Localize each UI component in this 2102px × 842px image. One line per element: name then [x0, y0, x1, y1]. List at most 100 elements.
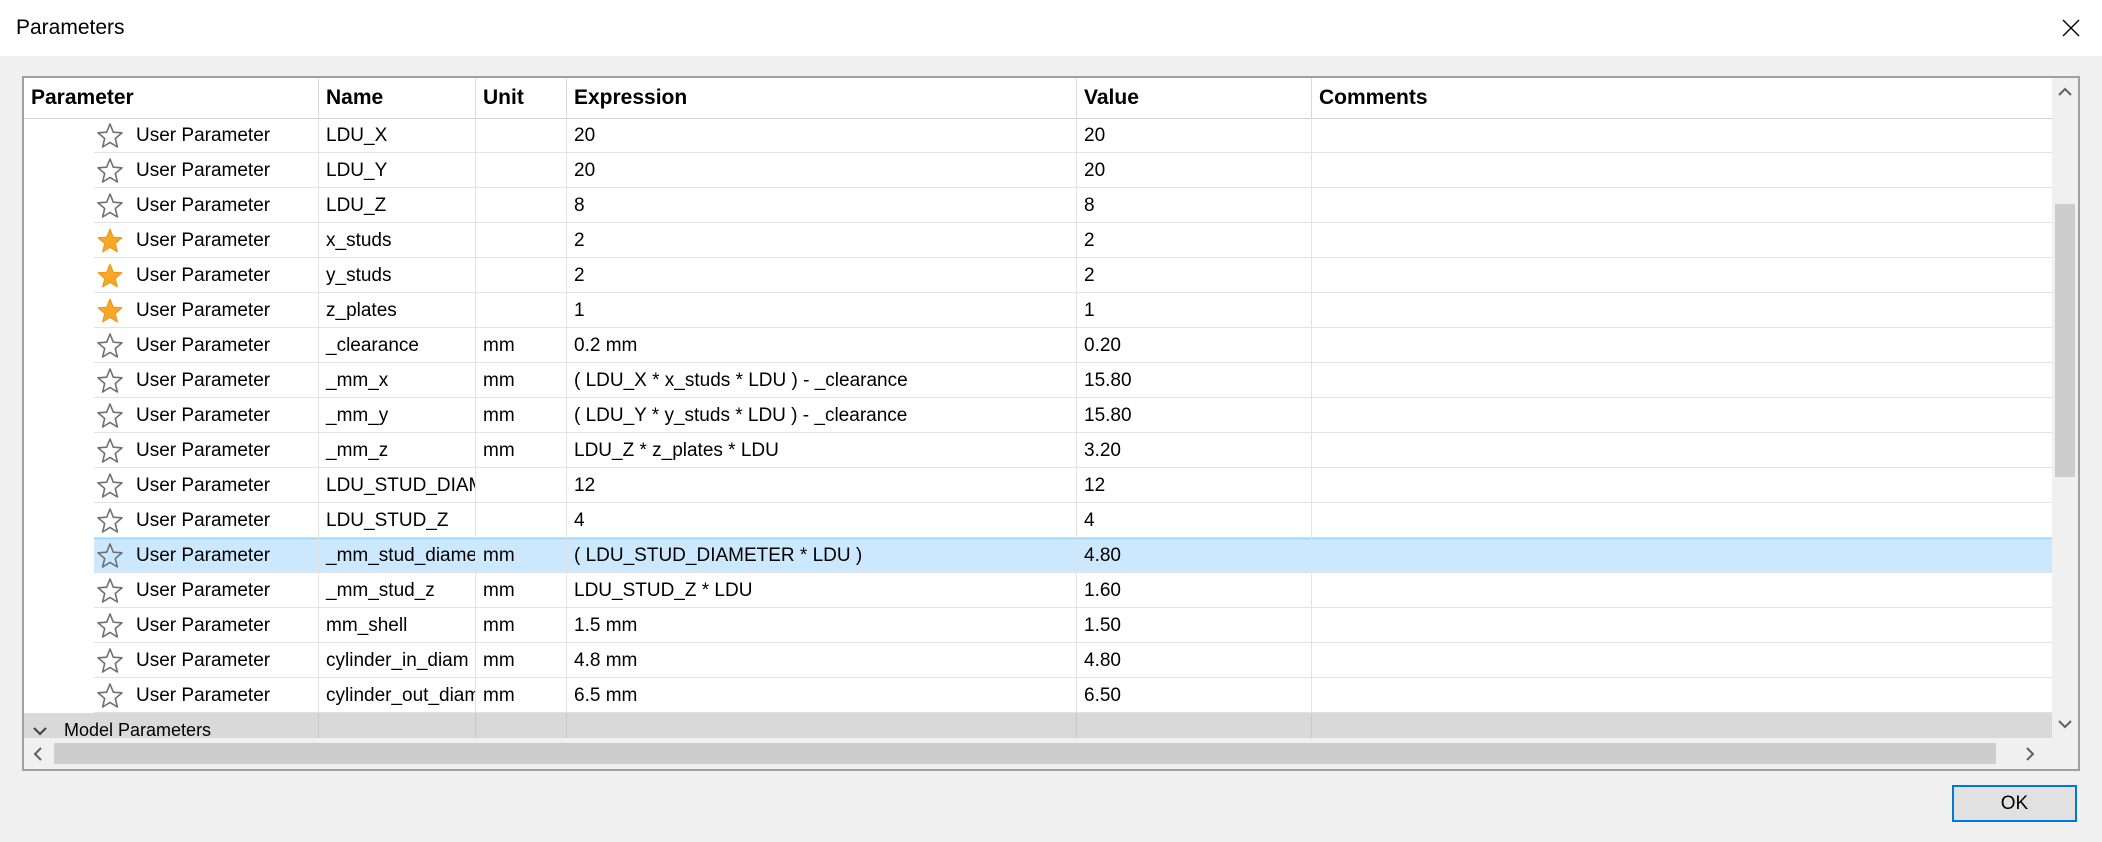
value-cell[interactable]: 2 — [1077, 258, 1312, 293]
comments-cell[interactable] — [1312, 118, 2054, 153]
comments-cell[interactable] — [1312, 468, 2054, 503]
comments-cell[interactable] — [1312, 433, 2054, 468]
parameter-cell[interactable]: User Parameter — [24, 118, 319, 153]
parameter-cell[interactable]: User Parameter — [24, 433, 319, 468]
parameter-cell[interactable]: User Parameter — [24, 293, 319, 328]
star-icon[interactable] — [96, 577, 124, 605]
parameter-cell[interactable]: User Parameter — [24, 223, 319, 258]
star-icon[interactable] — [96, 367, 124, 395]
name-cell[interactable]: _mm_z — [319, 433, 476, 468]
star-icon[interactable] — [96, 332, 124, 360]
comments-cell[interactable] — [1312, 328, 2054, 363]
expression-cell[interactable]: 2 — [567, 258, 1077, 293]
parameter-cell[interactable]: User Parameter — [24, 363, 319, 398]
value-cell[interactable]: 15.80 — [1077, 363, 1312, 398]
unit-cell[interactable]: mm — [476, 643, 567, 678]
table-row[interactable]: User Parameter LDU_STUD_Z 4 4 — [24, 503, 2054, 538]
name-cell[interactable]: LDU_Z — [319, 188, 476, 223]
parameter-cell[interactable]: User Parameter — [24, 643, 319, 678]
unit-cell[interactable] — [476, 188, 567, 223]
table-row[interactable]: User Parameter _mm_z mm LDU_Z * z_plates * … — [24, 433, 2054, 468]
value-cell[interactable]: 1 — [1077, 293, 1312, 328]
star-icon[interactable] — [96, 122, 124, 150]
expression-cell[interactable]: ( LDU_X * x_studs * LDU ) - _clearance — [567, 363, 1077, 398]
comments-cell[interactable] — [1312, 678, 2054, 713]
star-icon[interactable] — [96, 472, 124, 500]
comments-cell[interactable] — [1312, 363, 2054, 398]
comments-cell[interactable] — [1312, 573, 2054, 608]
expression-cell[interactable]: LDU_STUD_Z * LDU — [567, 573, 1077, 608]
column-header-comments[interactable]: Comments — [1312, 78, 2054, 118]
star-icon[interactable] — [96, 192, 124, 220]
value-cell[interactable]: 1.60 — [1077, 573, 1312, 608]
star-icon[interactable] — [96, 227, 124, 255]
scroll-left-icon[interactable] — [28, 744, 48, 764]
name-cell[interactable]: cylinder_in_diam — [319, 643, 476, 678]
value-cell[interactable]: 4.80 — [1077, 643, 1312, 678]
expression-cell[interactable]: ( LDU_Y * y_studs * LDU ) - _clearance — [567, 398, 1077, 433]
table-row[interactable]: User Parameter x_studs 2 2 — [24, 223, 2054, 258]
parameter-cell[interactable]: User Parameter — [24, 258, 319, 293]
star-icon[interactable] — [96, 612, 124, 640]
unit-cell[interactable]: mm — [476, 363, 567, 398]
comments-cell[interactable] — [1312, 538, 2054, 573]
comments-cell[interactable] — [1312, 643, 2054, 678]
horizontal-scrollbar[interactable] — [24, 738, 2078, 769]
star-icon[interactable] — [96, 157, 124, 185]
value-cell[interactable]: 20 — [1077, 118, 1312, 153]
value-cell[interactable]: 0.20 — [1077, 328, 1312, 363]
value-cell[interactable]: 15.80 — [1077, 398, 1312, 433]
star-icon[interactable] — [96, 262, 124, 290]
expression-cell[interactable]: 20 — [567, 153, 1077, 188]
table-row[interactable]: User Parameter LDU_STUD_DIAMET... 1212 — [24, 468, 2054, 503]
name-cell[interactable]: _mm_y — [319, 398, 476, 433]
parameter-cell[interactable]: User Parameter — [24, 328, 319, 363]
value-cell[interactable]: 6.50 — [1077, 678, 1312, 713]
unit-cell[interactable]: mm — [476, 573, 567, 608]
parameter-cell[interactable]: User Parameter — [24, 398, 319, 433]
table-row[interactable]: User Parameter LDU_Z 8 8 — [24, 188, 2054, 223]
unit-cell[interactable] — [476, 503, 567, 538]
expression-cell[interactable]: 4 — [567, 503, 1077, 538]
table-row[interactable]: User Parameter LDU_Y 20 20 — [24, 153, 2054, 188]
parameter-cell[interactable]: User Parameter — [24, 678, 319, 713]
value-cell[interactable]: 1.50 — [1077, 608, 1312, 643]
name-cell[interactable]: _mm_x — [319, 363, 476, 398]
name-cell[interactable]: _clearance — [319, 328, 476, 363]
table-row[interactable]: User Parameter y_studs 2 2 — [24, 258, 2054, 293]
expression-cell[interactable]: 12 — [567, 468, 1077, 503]
unit-cell[interactable]: mm — [476, 608, 567, 643]
expression-cell[interactable]: 6.5 mm — [567, 678, 1077, 713]
vertical-scrollbar[interactable] — [2052, 78, 2078, 740]
parameter-cell[interactable]: User Parameter — [24, 188, 319, 223]
column-header-value[interactable]: Value — [1077, 78, 1312, 118]
expression-cell[interactable]: 2 — [567, 223, 1077, 258]
table-row[interactable]: User Parameter _mm_y mm( LDU_Y * y_studs *… — [24, 398, 2054, 433]
table-row[interactable]: User Parameter z_plates 1 1 — [24, 293, 2054, 328]
value-cell[interactable]: 12 — [1077, 468, 1312, 503]
parameter-cell[interactable]: User Parameter — [24, 538, 319, 573]
star-icon[interactable] — [96, 297, 124, 325]
unit-cell[interactable]: mm — [476, 398, 567, 433]
scroll-down-icon[interactable] — [2055, 714, 2075, 734]
unit-cell[interactable] — [476, 258, 567, 293]
expression-cell[interactable]: 0.2 mm — [567, 328, 1077, 363]
comments-cell[interactable] — [1312, 153, 2054, 188]
value-cell[interactable]: 3.20 — [1077, 433, 1312, 468]
comments-cell[interactable] — [1312, 503, 2054, 538]
expression-cell[interactable]: ( LDU_STUD_DIAMETER * LDU ) — [567, 538, 1077, 573]
table-row[interactable]: User Parameter _clearance mm 0.2 mm 0.20 — [24, 328, 2054, 363]
name-cell[interactable]: _mm_stud_z — [319, 573, 476, 608]
unit-cell[interactable] — [476, 223, 567, 258]
unit-cell[interactable] — [476, 153, 567, 188]
star-icon[interactable] — [96, 507, 124, 535]
expression-cell[interactable]: 1.5 mm — [567, 608, 1077, 643]
expression-cell[interactable]: LDU_Z * z_plates * LDU — [567, 433, 1077, 468]
table-row[interactable]: User Parameter _mm_stud_z mm LDU_STUD_Z * L… — [24, 573, 2054, 608]
value-cell[interactable]: 4.80 — [1077, 538, 1312, 573]
star-icon[interactable] — [96, 542, 124, 570]
parameter-cell[interactable]: User Parameter — [24, 153, 319, 188]
comments-cell[interactable] — [1312, 223, 2054, 258]
close-button[interactable] — [2040, 0, 2102, 56]
name-cell[interactable]: LDU_Y — [319, 153, 476, 188]
